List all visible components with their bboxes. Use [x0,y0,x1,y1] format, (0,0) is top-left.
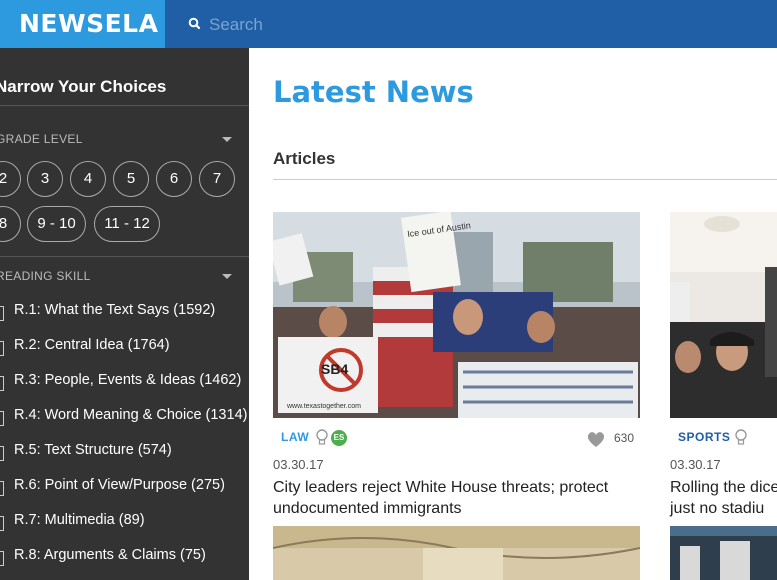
skill-label: R.2: Central Idea (1764) [14,337,170,353]
page-title: Latest News [273,75,474,109]
skill-label: R.3: People, Events & Ideas (1462) [14,372,242,388]
skill-filter-r2[interactable]: R.2: Central Idea (1764) [0,336,249,356]
grade-option-4[interactable]: 4 [70,161,106,197]
skill-label: R.6: Point of View/Purpose (275) [14,477,225,493]
top-bar: NEWSELA [0,0,777,48]
heart-icon[interactable] [586,430,606,448]
skill-label: R.7: Multimedia (89) [14,512,145,528]
checkbox[interactable] [0,376,4,391]
grade-option-9-10[interactable]: 9 - 10 [27,206,86,242]
article-image[interactable] [273,526,640,580]
grade-option-2[interactable]: 2 [0,161,21,197]
grade-option-3[interactable]: 3 [27,161,63,197]
article-image[interactable]: SB4 Ice out of Austin www.texastogether.… [273,212,640,418]
article-title[interactable]: Rolling the dice – just no stadiu [670,477,777,519]
grade-option-11-12[interactable]: 11 - 12 [94,206,160,242]
lightbulb-icon [316,429,328,445]
checkbox[interactable] [0,551,4,566]
sidebar-title: Narrow Your Choices [0,77,167,96]
main-content: Latest News Articles SB4 Ice out of Aust… [249,48,777,580]
grade-option-6[interactable]: 6 [156,161,192,197]
articles-heading: Articles [273,149,336,168]
checkbox[interactable] [0,411,4,426]
category-label[interactable]: SPORTS [678,430,730,444]
skill-label: R.5: Text Structure (574) [14,442,172,458]
skill-filter-r5[interactable]: R.5: Text Structure (574) [0,441,249,461]
article-meta: SPORTS [670,428,777,448]
filter-sidebar: Narrow Your Choices GRADE LEVEL 2 3 4 5 … [0,48,249,580]
spanish-badge[interactable]: ES [331,430,347,446]
grade-option-5[interactable]: 5 [113,161,149,197]
skill-filter-r6[interactable]: R.6: Point of View/Purpose (275) [0,476,249,496]
skill-label: R.4: Word Meaning & Choice (1314) [14,407,248,423]
section-divider [273,179,777,180]
search-bar[interactable] [165,0,777,48]
article-image[interactable] [670,526,777,580]
grade-option-7[interactable]: 7 [199,161,235,197]
checkbox[interactable] [0,341,4,356]
checkbox[interactable] [0,481,4,496]
skill-filter-r4[interactable]: R.4: Word Meaning & Choice (1314) [0,406,249,426]
search-input[interactable] [209,10,729,40]
article-meta: LAW ES 630 [273,428,640,448]
checkbox[interactable] [0,516,4,531]
grade-level-heading[interactable]: GRADE LEVEL [0,132,83,146]
article-date: 03.30.17 [273,457,324,472]
category-label[interactable]: LAW [281,430,309,444]
skill-label: R.8: Arguments & Claims (75) [14,547,206,563]
sidebar-divider [0,256,249,257]
protest-sign-url: www.texastogether.com [286,403,361,410]
skill-filter-r3[interactable]: R.3: People, Events & Ideas (1462) [0,371,249,391]
checkbox[interactable] [0,306,4,321]
sidebar-divider [0,105,249,106]
article-image[interactable] [670,212,777,418]
reading-skill-heading[interactable]: READING SKILL [0,269,91,283]
newsela-logo[interactable]: NEWSELA [0,0,165,48]
checkbox[interactable] [0,446,4,461]
skill-filter-r8[interactable]: R.8: Arguments & Claims (75) [0,546,249,566]
grade-option-8[interactable]: 8 [0,206,21,242]
article-date: 03.30.17 [670,457,721,472]
article-title[interactable]: City leaders reject White House threats;… [273,477,640,519]
protest-sign-text: SB4 [321,361,348,377]
chevron-down-icon[interactable] [222,137,232,142]
skill-filter-r1[interactable]: R.1: What the Text Says (1592) [0,301,249,321]
lightbulb-icon [735,429,747,445]
search-icon[interactable] [187,16,203,32]
chevron-down-icon[interactable] [222,274,232,279]
skill-label: R.1: What the Text Says (1592) [14,302,216,318]
like-count: 630 [614,431,635,445]
skill-filter-r7[interactable]: R.7: Multimedia (89) [0,511,249,531]
